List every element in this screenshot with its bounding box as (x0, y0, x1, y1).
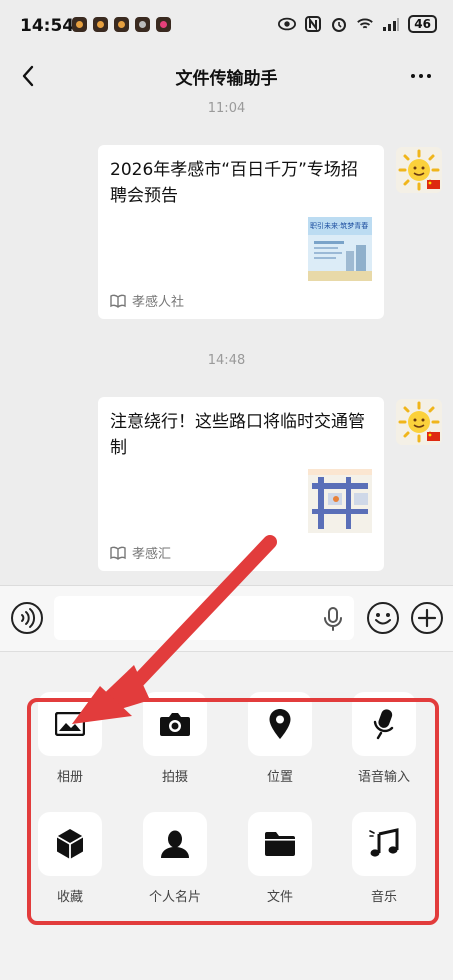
panel-item-label: 拍摄 (161, 770, 188, 785)
favorites-icon-box (38, 812, 102, 876)
panel-item-label: 音乐 (370, 890, 397, 905)
album-icon (55, 712, 85, 736)
article-card[interactable]: 注意绕行！这些路口将临时交通管制 孝感汇 (98, 397, 384, 571)
avatar[interactable] (396, 399, 442, 445)
app-notification-icon (114, 17, 129, 32)
folder-icon (265, 832, 295, 856)
source-name: 孝感人社 (132, 295, 185, 310)
voice-mode-button[interactable] (10, 601, 44, 635)
app-notification-icon (72, 17, 87, 32)
camera-icon (160, 713, 190, 736)
panel-item-label: 相册 (56, 770, 83, 785)
message-input[interactable] (54, 596, 354, 640)
wifi-icon (357, 18, 374, 29)
panel-item-voice-input[interactable]: 语音输入 (334, 692, 434, 792)
plus-circle-icon (411, 602, 443, 634)
voice-input-icon (373, 709, 394, 740)
nfc-icon (305, 16, 322, 32)
article-card[interactable]: 2026年孝感市“百日千万”专场招聘会预告 职引未来·筑梦青春 孝感人社 (98, 145, 384, 319)
music-icon (369, 828, 399, 857)
panel-item-album[interactable]: 相册 (20, 692, 120, 792)
source-name: 孝感汇 (132, 547, 172, 562)
more-dot (419, 74, 423, 78)
panel-item-location[interactable]: 位置 (230, 692, 330, 792)
panel-item-favorites[interactable]: 收藏 (20, 812, 120, 912)
article-source: 孝感汇 (110, 543, 171, 562)
location-icon (269, 709, 291, 739)
sun-avatar-icon (398, 401, 440, 443)
status-bar: 14:54 46 (0, 0, 453, 52)
voice-wave-icon (11, 602, 43, 634)
location-icon-box (248, 692, 312, 756)
article-thumbnail (308, 469, 372, 533)
more-functions-button[interactable] (410, 601, 444, 635)
panel-item-label: 个人名片 (148, 890, 201, 905)
article-thumbnail: 职引未来·筑梦青春 (308, 217, 372, 281)
status-time: 14:54 (20, 16, 75, 36)
camera-icon-box (143, 692, 207, 756)
signal-icon (383, 18, 400, 31)
sun-avatar-icon (398, 149, 440, 191)
article-title: 2026年孝感市“百日千万”专场招聘会预告 (110, 160, 358, 206)
more-dot (427, 74, 431, 78)
message-timestamp: 14:48 (207, 353, 246, 368)
book-icon (110, 546, 126, 560)
panel-item-file[interactable]: 文件 (230, 812, 330, 912)
app-notification-icon (135, 17, 150, 32)
message-timestamp: 11:04 (207, 101, 246, 116)
app-notification-icon (156, 17, 171, 32)
book-icon (110, 294, 126, 308)
avatar[interactable] (396, 147, 442, 193)
album-icon-box (38, 692, 102, 756)
contact-card-icon (161, 830, 189, 858)
panel-item-music[interactable]: 音乐 (334, 812, 434, 912)
panel-item-label: 文件 (266, 890, 293, 905)
music-icon-box (352, 812, 416, 876)
status-app-icons (72, 17, 171, 32)
panel-item-label: 位置 (266, 770, 293, 785)
smiley-icon (367, 602, 399, 634)
more-options-button[interactable] (407, 64, 435, 88)
article-title: 注意绕行！这些路口将临时交通管制 (110, 412, 365, 458)
nav-bar: 文件传输助手 (0, 52, 453, 100)
emoji-button[interactable] (366, 601, 400, 635)
panel-item-label: 收藏 (56, 890, 83, 905)
panel-item-label: 语音输入 (357, 770, 410, 785)
panel-item-camera[interactable]: 拍摄 (125, 692, 225, 792)
battery-indicator: 46 (408, 15, 437, 33)
eye-icon (278, 17, 297, 31)
favorites-icon (56, 829, 84, 859)
voice-input-icon-box (352, 692, 416, 756)
page-title: 文件传输助手 (175, 69, 278, 89)
folder-icon-box (248, 812, 312, 876)
app-notification-icon (93, 17, 108, 32)
article-source: 孝感人社 (110, 291, 184, 310)
status-indicators: 46 (278, 15, 437, 33)
panel-item-contact-card[interactable]: 个人名片 (125, 812, 225, 912)
contact-card-icon-box (143, 812, 207, 876)
microphone-button[interactable] (322, 606, 344, 632)
input-bar (0, 585, 453, 651)
more-dot (411, 74, 415, 78)
thumbnail-caption: 职引未来·筑梦青春 (310, 221, 368, 230)
microphone-icon (324, 607, 342, 631)
alarm-icon (332, 18, 347, 32)
